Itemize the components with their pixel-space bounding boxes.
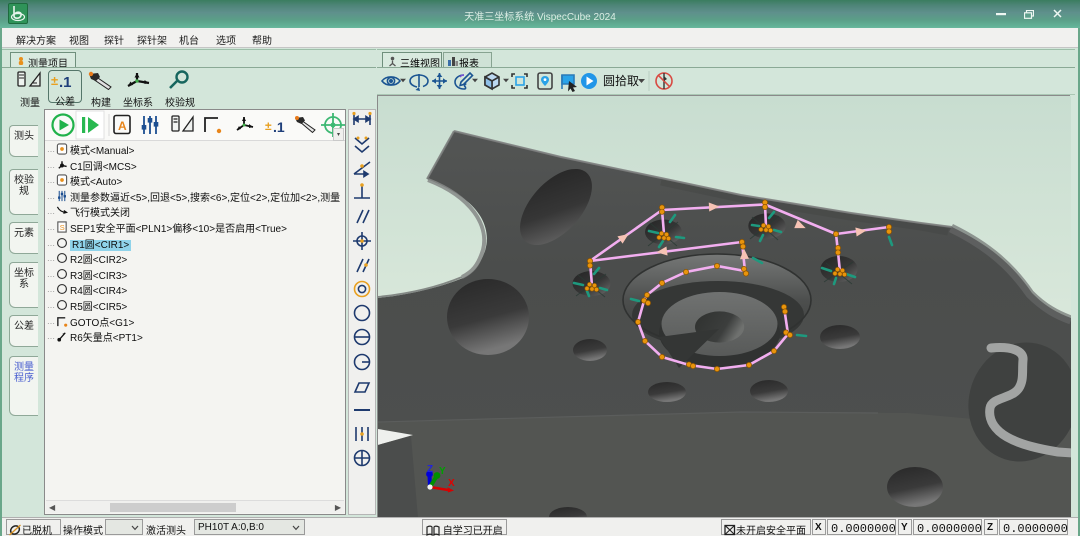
svg-text:Z: Z: [427, 464, 433, 475]
svg-text:.1: .1: [273, 119, 285, 135]
svg-text:圆拾取: 圆拾取: [603, 73, 639, 88]
svg-text:Y: Y: [439, 466, 446, 477]
svg-text:X: X: [448, 478, 455, 489]
svg-text:.1: .1: [59, 74, 72, 90]
svg-text:A: A: [118, 119, 127, 133]
svg-text:±: ±: [265, 119, 272, 133]
svg-text:±: ±: [51, 73, 58, 88]
svg-text:S: S: [60, 223, 65, 232]
